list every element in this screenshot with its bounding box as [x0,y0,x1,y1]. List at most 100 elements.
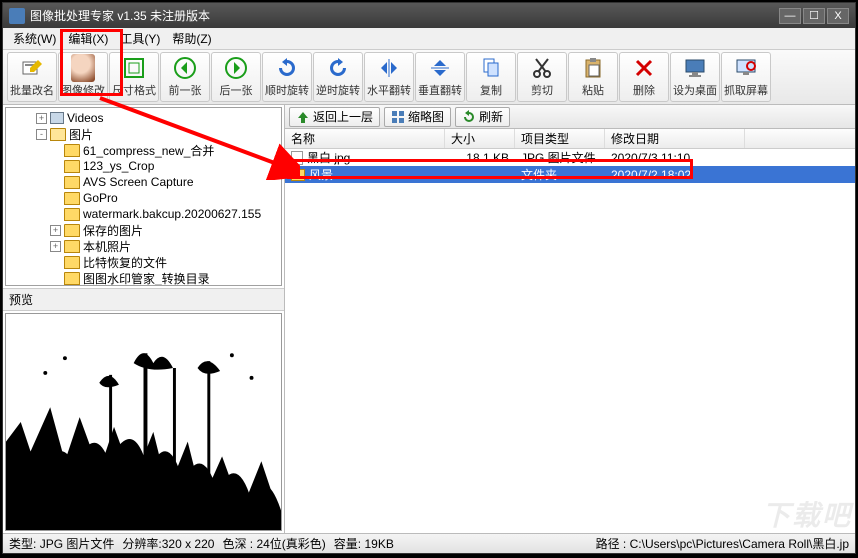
list-row[interactable]: 黑白.jpg18.1 KBJPG 图片文件2020/7/3 11:10 [285,149,855,166]
file-icon [291,151,303,165]
toolbar-label: 设为桌面 [673,82,717,98]
up-button[interactable]: 返回上一层 [289,107,380,127]
tree-item[interactable]: - 图片 [8,126,279,142]
toolbar-next-button[interactable]: 后一张 [211,52,261,102]
toolbar-desk-button[interactable]: 设为桌面 [670,52,720,102]
grab-icon [734,56,758,80]
status-size-label: 容量: [334,537,361,551]
toolbar-prev-button[interactable]: 前一张 [160,52,210,102]
toolbar-flipv-button[interactable]: 垂直翻转 [415,52,465,102]
rename-icon [20,56,44,80]
toolbar-label: 后一张 [220,82,253,98]
toolbar-rotcw-button[interactable]: 顺时旋转 [262,52,312,102]
file-list[interactable]: 黑白.jpg18.1 KBJPG 图片文件2020/7/3 11:10风景文件夹… [285,149,855,533]
tree-item[interactable]: 图图水印管家_转换目录 [8,270,279,286]
menu-item-3[interactable]: 帮助(Z) [166,28,217,49]
file-type: JPG 图片文件 [515,149,605,166]
tree-label: 比特恢复的文件 [83,254,167,271]
menu-item-2[interactable]: 工具(Y) [114,28,166,49]
tree-label: 123_ys_Crop [83,159,154,173]
file-name: 风景 [309,166,333,183]
file-name: 黑白.jpg [307,149,350,166]
close-button[interactable]: X [827,8,849,24]
toolbar-label: 前一张 [169,82,202,98]
expand-icon[interactable]: - [36,129,47,140]
menu-item-1[interactable]: 编辑(X) [62,28,114,49]
copy-icon [479,56,503,80]
expand-icon[interactable]: + [50,225,61,236]
toolbar-rotccw-button[interactable]: 逆时旋转 [313,52,363,102]
toolbar-copy-button[interactable]: 复制 [466,52,516,102]
folder-icon [50,128,66,141]
folder-tree[interactable]: + Videos - 图片61_compress_new_合并123_ys_CropA… [5,107,282,286]
status-size-value: 19KB [364,537,393,551]
tree-label: Videos [67,111,103,125]
statusbar: 类型: JPG 图片文件 分辨率:320 x 220 色深 : 24位(真彩色)… [3,533,855,553]
tree-item[interactable]: 61_compress_new_合并 [8,142,279,158]
toolbar-grab-button[interactable]: 抓取屏幕 [721,52,771,102]
status-path-value: C:\Users\pc\Pictures\Camera Roll\黑白.jp [630,537,849,551]
toolbar-label: 粘贴 [582,82,604,98]
tree-item[interactable]: watermark.bakcup.20200627.155 [8,206,279,222]
app-icon [9,8,25,24]
window-title: 图像批处理专家 v1.35 未注册版本 [30,7,779,24]
tree-label: 图片 [69,126,93,143]
tree-label: GoPro [83,191,118,205]
toolbar-fliph-button[interactable]: 水平翻转 [364,52,414,102]
toolbar-label: 复制 [480,82,502,98]
tree-item[interactable]: 123_ys_Crop [8,158,279,174]
status-depth-value: 24位(真彩色) [256,537,325,551]
grid-icon [391,110,405,124]
toolbar-face-button[interactable]: 图像修改 [58,52,108,102]
menubar: 系统(W)编辑(X)工具(Y)帮助(Z) [3,28,855,50]
prev-icon [173,56,197,80]
minimize-button[interactable]: — [779,8,801,24]
folder-icon [291,169,305,181]
sub-toolbar: 返回上一层 缩略图 刷新 [285,105,855,129]
tree-label: 保存的图片 [83,222,143,239]
toolbar-label: 剪切 [531,82,553,98]
column-header[interactable]: 修改日期 [605,129,745,148]
tree-item[interactable]: + Videos [8,110,279,126]
folder-icon [64,144,80,157]
column-header[interactable]: 项目类型 [515,129,605,148]
tree-item[interactable]: + 保存的图片 [8,222,279,238]
toolbar-del-button[interactable]: 删除 [619,52,669,102]
tree-label: watermark.bakcup.20200627.155 [83,207,261,221]
toolbar-label: 图像修改 [61,82,105,98]
flipv-icon [428,56,452,80]
toolbar-label: 删除 [633,82,655,98]
column-header[interactable]: 名称 [285,129,445,148]
refresh-icon [462,110,476,124]
status-depth-label: 色深 : [222,537,253,551]
tree-item[interactable]: GoPro [8,190,279,206]
menu-item-0[interactable]: 系统(W) [7,28,62,49]
preview-pane [5,313,282,531]
drive-icon [50,112,64,124]
maximize-button[interactable]: ☐ [803,8,825,24]
expand-icon[interactable]: + [50,241,61,252]
toolbar-size-button[interactable]: 尺寸格式 [109,52,159,102]
tree-item[interactable]: +本机照片 [8,238,279,254]
column-header[interactable]: 大小 [445,129,515,148]
toolbar-paste-button[interactable]: 粘贴 [568,52,618,102]
next-icon [224,56,248,80]
up-label: 返回上一层 [313,108,373,125]
status-res-value: 320 x 220 [162,537,215,551]
folder-icon [64,192,80,205]
folder-icon [64,256,80,269]
tree-item[interactable]: AVS Screen Capture [8,174,279,190]
thumbs-button[interactable]: 缩略图 [384,107,451,127]
toolbar-rename-button[interactable]: 批量改名 [7,52,57,102]
tree-item[interactable]: 比特恢复的文件 [8,254,279,270]
refresh-button[interactable]: 刷新 [455,107,510,127]
preview-label: 预览 [3,288,284,311]
toolbar-cut-button[interactable]: 剪切 [517,52,567,102]
list-row[interactable]: 风景文件夹2020/7/2 18:02 [285,166,855,183]
paste-icon [581,56,605,80]
arrow-up-icon [296,110,310,124]
folder-icon [64,160,80,173]
expand-icon[interactable]: + [36,113,47,124]
toolbar-label: 顺时旋转 [265,82,309,98]
folder-icon [64,224,80,237]
